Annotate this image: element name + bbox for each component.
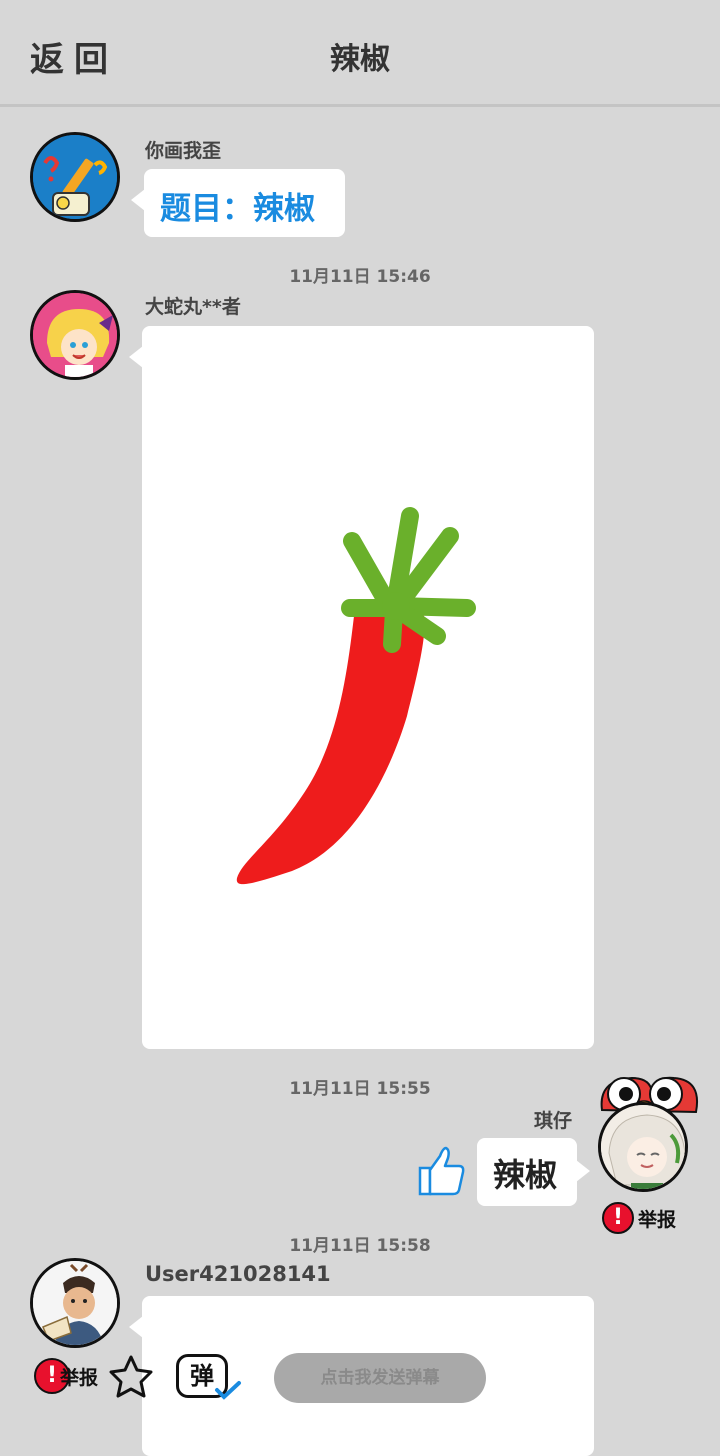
avatar-illustration (601, 1105, 685, 1189)
danmaku-toggle-button[interactable]: 弹 (176, 1354, 242, 1402)
page-title: 辣椒 (330, 42, 390, 77)
answer-bubble: 辣椒 (477, 1138, 590, 1206)
avatar-system[interactable] (30, 132, 120, 222)
report-button[interactable]: ! 举报 (602, 1202, 676, 1234)
avatar-user[interactable] (30, 290, 120, 380)
danmaku-icon-text: 弹 (190, 1362, 214, 1390)
danmaku-input[interactable]: 点击我发送弹幕 (274, 1353, 486, 1403)
username: 大蛇丸**者 (145, 296, 241, 318)
timestamp: 11月11日 15:58 (289, 1236, 431, 1256)
answer-text: 辣椒 (493, 1156, 558, 1194)
topic-bubble: 题目：辣椒 (131, 169, 345, 237)
star-icon[interactable] (108, 1354, 154, 1400)
report-label: 举报 (60, 1366, 99, 1389)
username: 琪仔 (534, 1110, 573, 1132)
top-bar: 返回 辣椒 (0, 0, 720, 107)
username: 你画我歪 (145, 140, 222, 162)
drawing-bubble[interactable] (129, 326, 594, 1049)
exclamation-icon: ! (602, 1202, 634, 1234)
avatar-illustration (33, 1261, 117, 1345)
report-label: 举报 (638, 1208, 677, 1231)
thumbs-up-icon[interactable] (416, 1144, 466, 1198)
avatar-illustration (33, 293, 117, 377)
chili-pepper-drawing (236, 507, 476, 885)
report-button[interactable]: ! 举报 (34, 1358, 98, 1394)
timestamp: 11月11日 15:46 (289, 267, 431, 287)
username: User421028141 (145, 1262, 331, 1286)
avatar-user[interactable] (30, 1258, 120, 1348)
checkmark-icon (215, 1381, 241, 1400)
avatar-user[interactable] (598, 1102, 688, 1192)
pencil-icon (33, 135, 117, 219)
topic-text: 题目：辣椒 (160, 191, 315, 227)
